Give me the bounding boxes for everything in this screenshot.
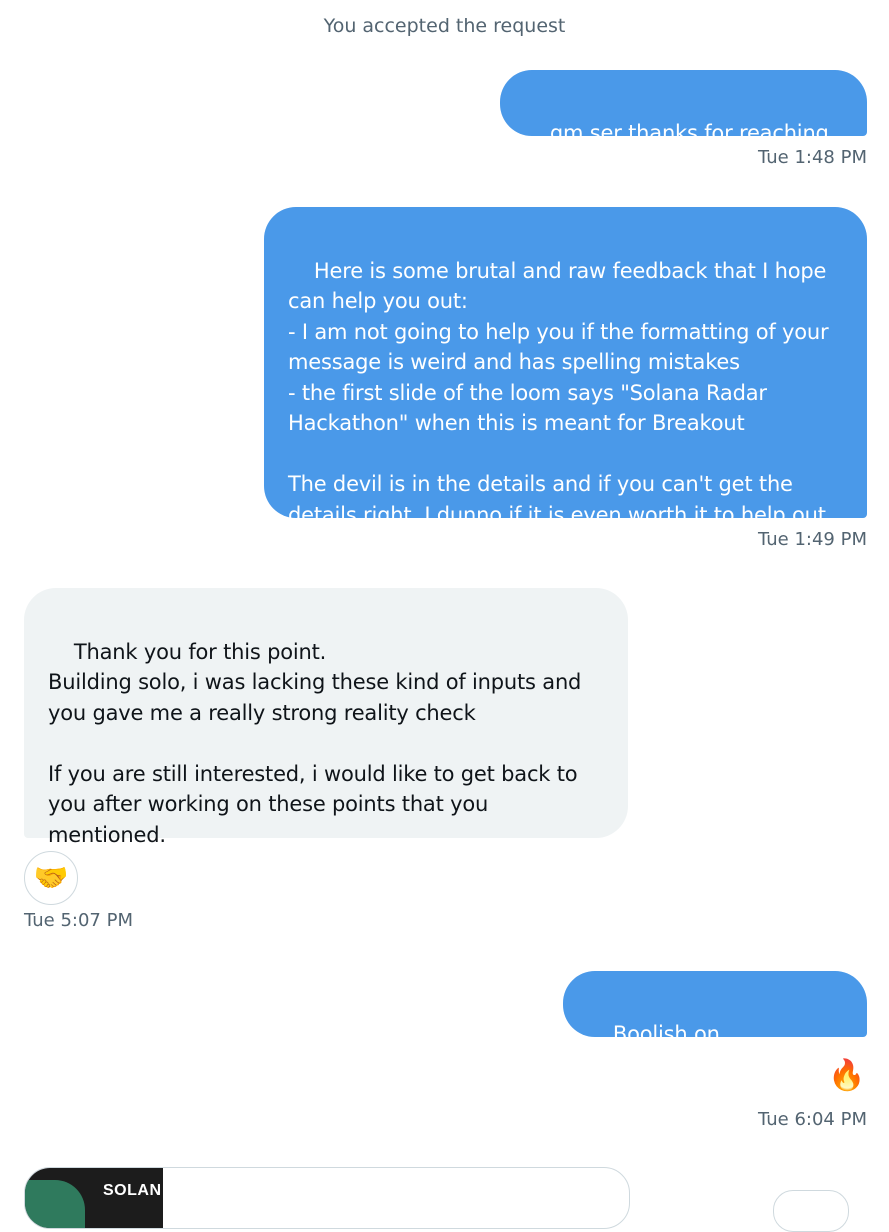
message-timestamp: Tue 1:49 PM [758, 529, 867, 550]
message-text: Thank you for this point. Building solo,… [48, 639, 582, 847]
link-preview-card[interactable]: SOLAN [24, 1167, 630, 1229]
message-timestamp: Tue 5:07 PM [24, 910, 133, 931]
message-timestamp: Tue 1:48 PM [758, 147, 867, 168]
message-bubble-sent[interactable]: Boolish on improvement [563, 971, 867, 1076]
thumbnail-title: SOLAN [103, 1182, 162, 1199]
link-preview-thumbnail: SOLAN [25, 1168, 163, 1228]
reaction-badge[interactable]: 🔥 [827, 1056, 867, 1096]
message-text: Here is some brutal and raw feedback tha… [288, 258, 829, 527]
message-timestamp: Tue 6:04 PM [758, 1109, 867, 1130]
scroll-to-bottom-button[interactable] [773, 1190, 849, 1232]
reaction-badge[interactable]: 🤝 [24, 851, 78, 905]
fire-icon: 🔥 [828, 1058, 866, 1093]
message-bubble-sent[interactable]: gm ser thanks for reaching out [500, 70, 867, 175]
message-text: Boolish on improvement [587, 1021, 727, 1077]
message-bubble-received[interactable]: Thank you for this point. Building solo,… [24, 588, 628, 847]
handshake-icon: 🤝 [33, 861, 69, 894]
message-bubble-sent[interactable]: Here is some brutal and raw feedback tha… [264, 207, 867, 527]
request-accepted-note: You accepted the request [323, 15, 566, 37]
thumbnail-graphic [25, 1180, 85, 1228]
